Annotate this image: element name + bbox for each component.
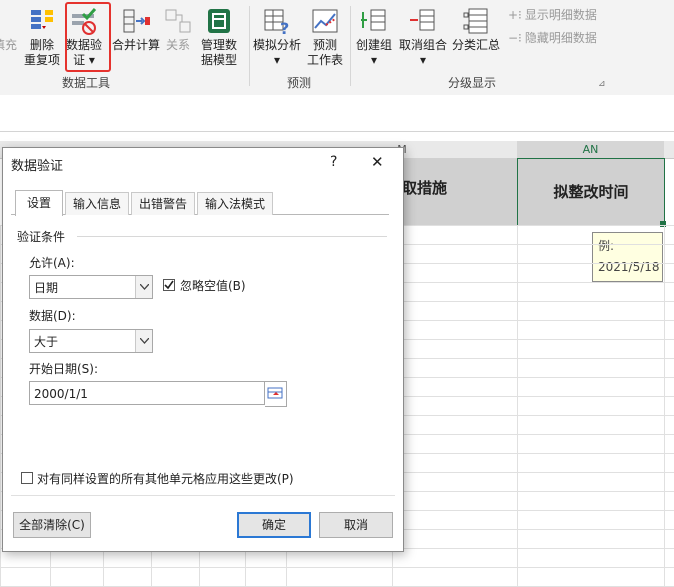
allow-label: 允许(A): — [29, 256, 75, 270]
dialog-title: 数据验证 — [11, 159, 64, 174]
ribbon-separator — [350, 6, 351, 86]
input-message-tooltip: 例: 2021/5/18 — [592, 232, 663, 282]
tab-settings[interactable]: 设置 — [15, 190, 63, 216]
red-highlight-box — [65, 2, 111, 72]
grid-row-line — [0, 567, 674, 568]
ribbon: 填充 删除重复项 数据验证 ▾ — [0, 0, 674, 96]
start-date-label: 开始日期(S): — [29, 362, 99, 376]
close-icon[interactable]: ✕ — [371, 153, 384, 171]
range-select-button[interactable] — [265, 381, 287, 407]
header-cell-rectification-time[interactable]: 拟整改时间 — [517, 158, 665, 226]
fill-button[interactable]: 填充 — [0, 2, 20, 53]
group-label-data-tools: 数据工具 — [62, 76, 111, 90]
fill-handle[interactable] — [660, 221, 666, 227]
manage-data-model-button[interactable]: 管理数 据模型 — [201, 2, 237, 68]
dialog-launcher-icon[interactable]: ⊿ — [598, 79, 606, 89]
relationships-icon — [163, 6, 193, 36]
ungroup-button[interactable]: 取消组合 ▾ — [399, 2, 447, 68]
tab-ime-mode[interactable]: 输入法模式 — [197, 192, 273, 215]
clear-all-button[interactable]: 全部清除(C) — [13, 512, 91, 538]
data-operator-select[interactable]: 大于 — [29, 329, 153, 353]
forecast-sheet-button[interactable]: 预测 工作表 — [307, 2, 343, 68]
relationships-button[interactable]: 关系 — [163, 2, 193, 53]
group-label-forecast: 预测 — [287, 76, 312, 90]
data-model-icon — [204, 6, 234, 36]
subtotal-icon — [461, 6, 491, 36]
data-validation-dialog: 数据验证 ? ✕ 设置 输入信息 出错警告 输入法模式 验证条件 允许(A): … — [2, 147, 404, 552]
ignore-blank-checkbox[interactable] — [163, 279, 175, 291]
consolidate-icon — [121, 6, 151, 36]
forecast-icon — [310, 6, 340, 36]
apply-all-label: 对有同样设置的所有其他单元格应用这些更改(P) — [37, 472, 294, 486]
allow-select[interactable]: 日期 — [29, 275, 153, 299]
range-picker-icon — [267, 387, 283, 399]
ok-button[interactable]: 确定 — [237, 512, 311, 538]
grid-column-line — [517, 225, 518, 587]
hide-detail-button[interactable]: −⁝ 隐藏明细数据 — [508, 29, 597, 46]
group-icon — [359, 6, 389, 36]
ungroup-icon — [408, 6, 438, 36]
header-cell-measures[interactable]: 取措施 — [402, 177, 447, 198]
data-label: 数据(D): — [29, 309, 76, 323]
group-label-outline: 分级显示 — [448, 76, 497, 90]
tab-input-message[interactable]: 输入信息 — [65, 192, 129, 215]
chevron-down-icon — [135, 330, 152, 352]
cancel-button[interactable]: 取消 — [319, 512, 393, 538]
show-detail-button[interactable]: +⁝ 显示明细数据 — [508, 6, 597, 23]
ribbon-separator — [249, 6, 250, 86]
grid-column-line — [664, 225, 665, 587]
grid-column-line — [0, 225, 1, 587]
help-icon[interactable]: ? — [330, 154, 337, 170]
section-validation-criteria: 验证条件 — [17, 230, 66, 244]
minus-icon: −⁝ — [508, 30, 522, 45]
svg-text:?: ? — [280, 19, 289, 36]
whatif-icon: ? — [262, 6, 292, 38]
start-date-input[interactable]: 2000/1/1 — [29, 381, 265, 405]
remove-duplicates-button[interactable]: 删除 重复项 — [24, 2, 60, 68]
apply-all-checkbox[interactable] — [21, 472, 33, 484]
subtotal-button[interactable]: 分类汇总 — [452, 2, 500, 53]
whatif-analysis-button[interactable]: ? 模拟分析 ▾ — [253, 2, 301, 68]
formula-bar[interactable] — [0, 95, 674, 132]
chevron-down-icon — [135, 276, 152, 298]
group-button[interactable]: 创建组 ▾ — [356, 2, 392, 68]
ignore-blank-label: 忽略空值(B) — [180, 279, 246, 293]
consolidate-button[interactable]: 合并计算 — [112, 2, 160, 53]
plus-icon: +⁝ — [508, 7, 522, 22]
tab-error-alert[interactable]: 出错警告 — [131, 192, 195, 215]
fill-icon — [0, 6, 20, 36]
remove-duplicates-icon — [27, 6, 57, 36]
